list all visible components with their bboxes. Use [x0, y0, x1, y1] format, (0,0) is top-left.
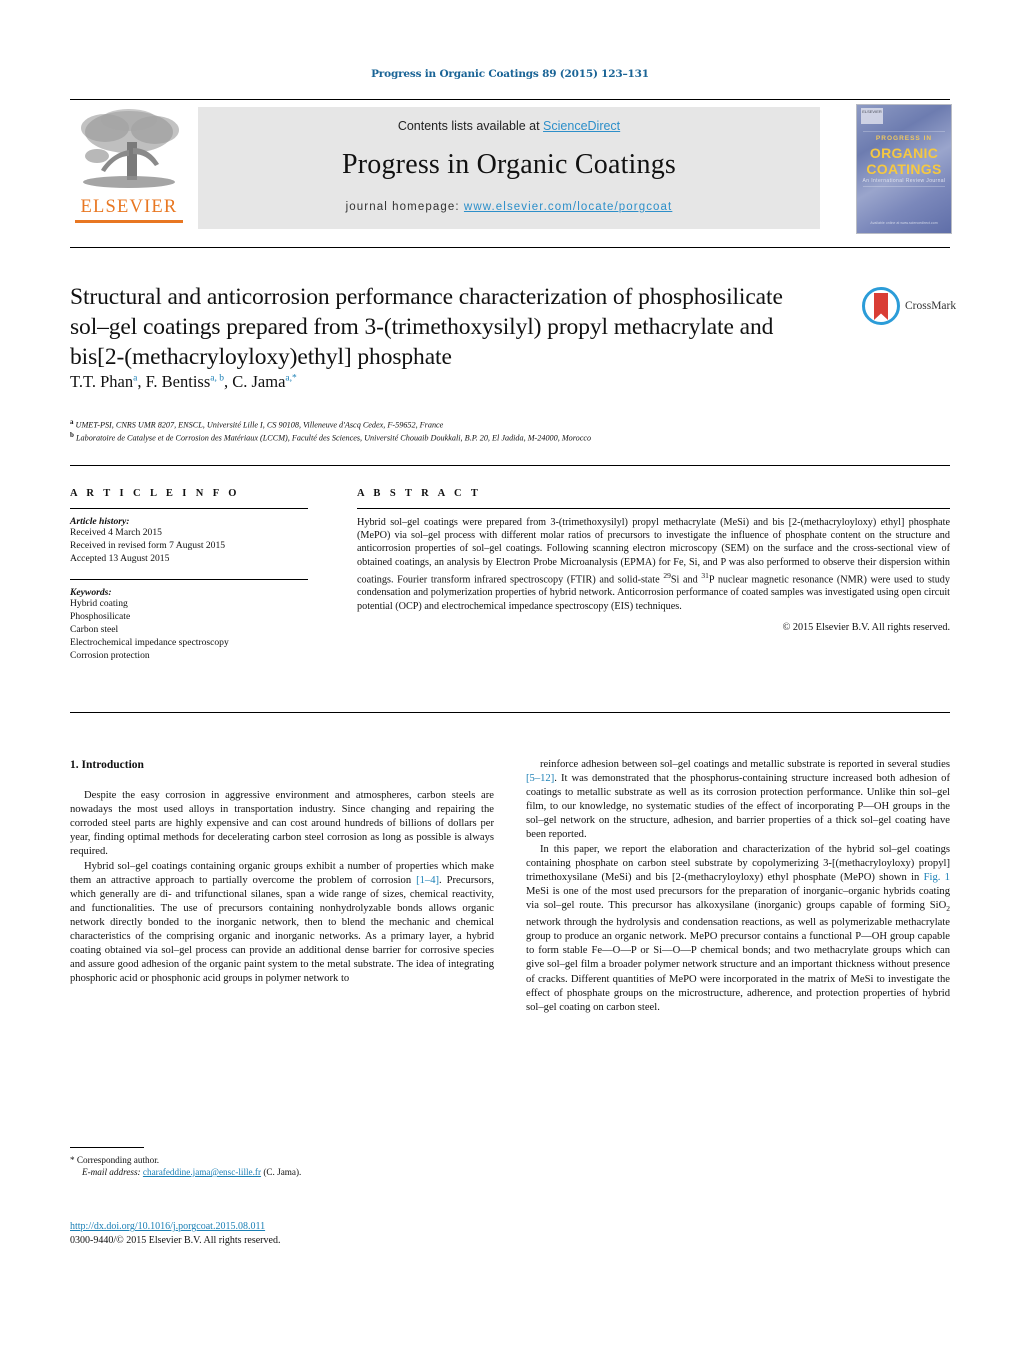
cover-line-organic: ORGANIC	[869, 145, 939, 161]
paragraph: reinforce adhesion between sol–gel coati…	[526, 759, 950, 841]
elsevier-tree-icon	[75, 104, 183, 196]
cover-line-top: PROGRESS IN	[875, 135, 933, 142]
body-column-right: reinforce adhesion between sol–gel coati…	[526, 758, 950, 1015]
journal-banner: Contents lists available at ScienceDirec…	[198, 107, 820, 229]
keyword-item: Hybrid coating	[70, 598, 128, 610]
keywords-label: Keywords:	[70, 587, 112, 599]
article-history-revised: Received in revised form 7 August 2015	[70, 539, 226, 551]
affiliation-b-text: Laboratoire de Catalyse et de Corrosion …	[75, 433, 592, 443]
paragraph: Hybrid sol–gel coatings containing organ…	[70, 860, 494, 985]
corresponding-author-footnote: * Corresponding author. E-mail address: …	[70, 1147, 494, 1178]
contents-prefix: Contents lists available at	[397, 119, 544, 133]
footer-doi-block: http://dx.doi.org/10.1016/j.porgcoat.201…	[70, 1216, 570, 1247]
page-title: Structural and anticorrosion performance…	[70, 284, 783, 370]
author-list: T.T. Phana, F. Bentissa, b, C. Jamaa,*	[70, 372, 297, 391]
article-history-accepted: Accepted 13 August 2015	[70, 552, 170, 564]
keyword-item: Electrochemical impedance spectroscopy	[70, 636, 229, 648]
article-info-rule	[70, 508, 308, 509]
affiliation-a: a UMET-PSI, CNRS UMR 8207, ENSCL, Univer…	[70, 417, 950, 431]
paragraph: Despite the easy corrosion in aggressive…	[70, 790, 494, 858]
header-divider	[70, 99, 950, 100]
title-block: Structural and anticorrosion performance…	[70, 282, 815, 372]
corresponding-author-note: * Corresponding author.	[70, 1155, 160, 1165]
cover-footer: Available online at www.sciencedirect.co…	[870, 221, 938, 225]
journal-title: Progress in Organic Coatings	[341, 149, 677, 180]
email-line: E-mail address: charafeddine.jama@ensc-l…	[70, 1166, 494, 1178]
article-info-section: A R T I C L E I N F O Article history: R…	[70, 488, 352, 662]
cover-artwork: ELSEVIER PROGRESS IN ORGANIC COATINGS An…	[857, 105, 951, 233]
keyword-item: Corrosion protection	[70, 649, 150, 661]
affiliation-a-text: UMET-PSI, CNRS UMR 8207, ENSCL, Universi…	[75, 420, 444, 430]
abstract-section: A B S T R A C T Hybrid sol–gel coatings …	[357, 488, 950, 633]
footnote-rule	[70, 1147, 144, 1148]
email-label: E-mail address:	[82, 1167, 141, 1177]
article-history-received: Received 4 March 2015	[70, 527, 162, 538]
affiliation-b: b Laboratoire de Catalyse et de Corrosio…	[70, 430, 950, 444]
section-heading-introduction: 1. Introduction	[70, 759, 144, 771]
article-info-heading: A R T I C L E I N F O	[70, 488, 240, 499]
crossmark-label: CrossMark	[905, 300, 957, 312]
elsevier-rule	[75, 220, 183, 223]
email-link[interactable]: charafeddine.jama@ensc-lille.fr	[143, 1167, 261, 1177]
journal-homepage-link[interactable]: www.elsevier.com/locate/porgcoat	[464, 201, 672, 213]
keyword-item: Carbon steel	[70, 623, 119, 635]
body-column-left: 1. Introduction Despite the easy corrosi…	[70, 758, 494, 986]
masthead-divider	[70, 247, 950, 248]
crossmark-badge[interactable]: CrossMark	[862, 284, 958, 328]
abstract-divider-top	[70, 465, 950, 466]
cover-subtitle: An International Review Journal	[862, 178, 946, 184]
abstract-divider-bottom	[70, 712, 950, 713]
cover-line-coatings: COATINGS	[866, 161, 942, 177]
keywords-rule	[70, 579, 308, 581]
paper-page: Progress in Organic Coatings 89 (2015) 1…	[0, 0, 1020, 1351]
elsevier-wordmark: ELSEVIER	[80, 197, 178, 217]
journal-masthead: ELSEVIER Contents lists available at Sci…	[70, 104, 952, 234]
paragraph: In this paper, we report the elaboration…	[526, 843, 950, 1013]
abstract-copyright: © 2015 Elsevier B.V. All rights reserved…	[782, 621, 950, 633]
affiliation-b-marker: b	[70, 431, 74, 439]
issn-copyright: 0300-9440/© 2015 Elsevier B.V. All right…	[70, 1235, 281, 1246]
contents-line: Contents lists available at ScienceDirec…	[198, 107, 820, 133]
keyword-item: Phosphosilicate	[70, 611, 131, 623]
sciencedirect-link[interactable]: ScienceDirect	[543, 119, 620, 133]
homepage-prefix: journal homepage:	[345, 201, 464, 213]
running-head: Progress in Organic Coatings 89 (2015) 1…	[371, 68, 649, 80]
journal-homepage-line: journal homepage: www.elsevier.com/locat…	[198, 201, 820, 213]
email-owner: (C. Jama).	[263, 1167, 302, 1177]
affiliation-a-marker: a	[70, 418, 74, 426]
doi-link[interactable]: http://dx.doi.org/10.1016/j.porgcoat.201…	[70, 1221, 265, 1232]
abstract-heading: A B S T R A C T	[357, 488, 482, 499]
article-history-label: Article history:	[70, 516, 130, 527]
elsevier-logo: ELSEVIER	[70, 104, 188, 232]
cover-publisher-mark: ELSEVIER	[861, 108, 883, 124]
crossmark-icon	[862, 287, 900, 325]
journal-cover-thumbnail: ELSEVIER PROGRESS IN ORGANIC COATINGS An…	[856, 104, 952, 234]
abstract-text: Hybrid sol–gel coatings were prepared fr…	[357, 517, 950, 612]
abstract-rule	[357, 508, 950, 509]
